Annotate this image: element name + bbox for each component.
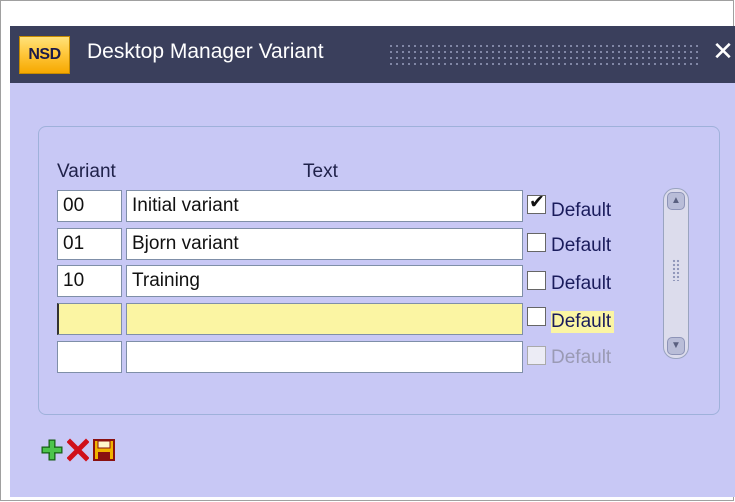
default-label: Default xyxy=(551,273,612,294)
default-label: Default xyxy=(551,311,615,333)
window-title: Desktop Manager Variant xyxy=(87,40,324,63)
default-label: Default xyxy=(551,200,612,221)
text-field[interactable]: Bjorn variant xyxy=(126,228,523,260)
default-checkbox xyxy=(527,346,546,365)
default-checkbox[interactable]: ✔ xyxy=(527,192,546,214)
default-label: Default xyxy=(551,235,612,256)
title-bar[interactable]: NSD Desktop Manager Variant ✕ xyxy=(10,26,735,83)
variant-field[interactable] xyxy=(57,341,122,373)
default-checkbox[interactable] xyxy=(527,271,546,290)
scroll-down-icon[interactable]: ▼ xyxy=(667,337,685,355)
text-field[interactable] xyxy=(126,303,523,335)
column-header-variant: Variant xyxy=(57,161,116,182)
dialog-body: Variant Text 00 Initial variant ✔ Defaul… xyxy=(10,83,735,497)
scroll-up-icon[interactable]: ▲ xyxy=(667,192,685,210)
nsd-logo-icon: NSD xyxy=(19,36,70,74)
dialog-window: NSD Desktop Manager Variant ✕ Variant Te… xyxy=(0,0,735,501)
plus-icon[interactable] xyxy=(41,437,63,463)
text-field[interactable]: Initial variant xyxy=(126,190,523,222)
checkmark-icon: ✔ xyxy=(529,192,545,213)
column-header-text: Text xyxy=(303,161,338,182)
text-field[interactable] xyxy=(126,341,523,373)
save-icon[interactable] xyxy=(93,437,115,463)
variant-field[interactable]: 00 xyxy=(57,190,122,222)
variant-field[interactable]: 10 xyxy=(57,265,122,297)
default-checkbox[interactable] xyxy=(527,233,546,252)
delete-x-icon[interactable] xyxy=(66,437,90,463)
default-checkbox[interactable] xyxy=(527,307,546,326)
scroll-thumb-grip[interactable] xyxy=(672,259,680,281)
default-label: Default xyxy=(551,347,612,368)
text-field[interactable]: Training xyxy=(126,265,523,297)
vertical-scrollbar[interactable]: ▲ ▼ xyxy=(663,188,689,359)
variant-field[interactable] xyxy=(57,303,122,335)
variant-field[interactable]: 01 xyxy=(57,228,122,260)
close-icon[interactable]: ✕ xyxy=(712,38,734,64)
title-bar-grip xyxy=(388,43,702,65)
